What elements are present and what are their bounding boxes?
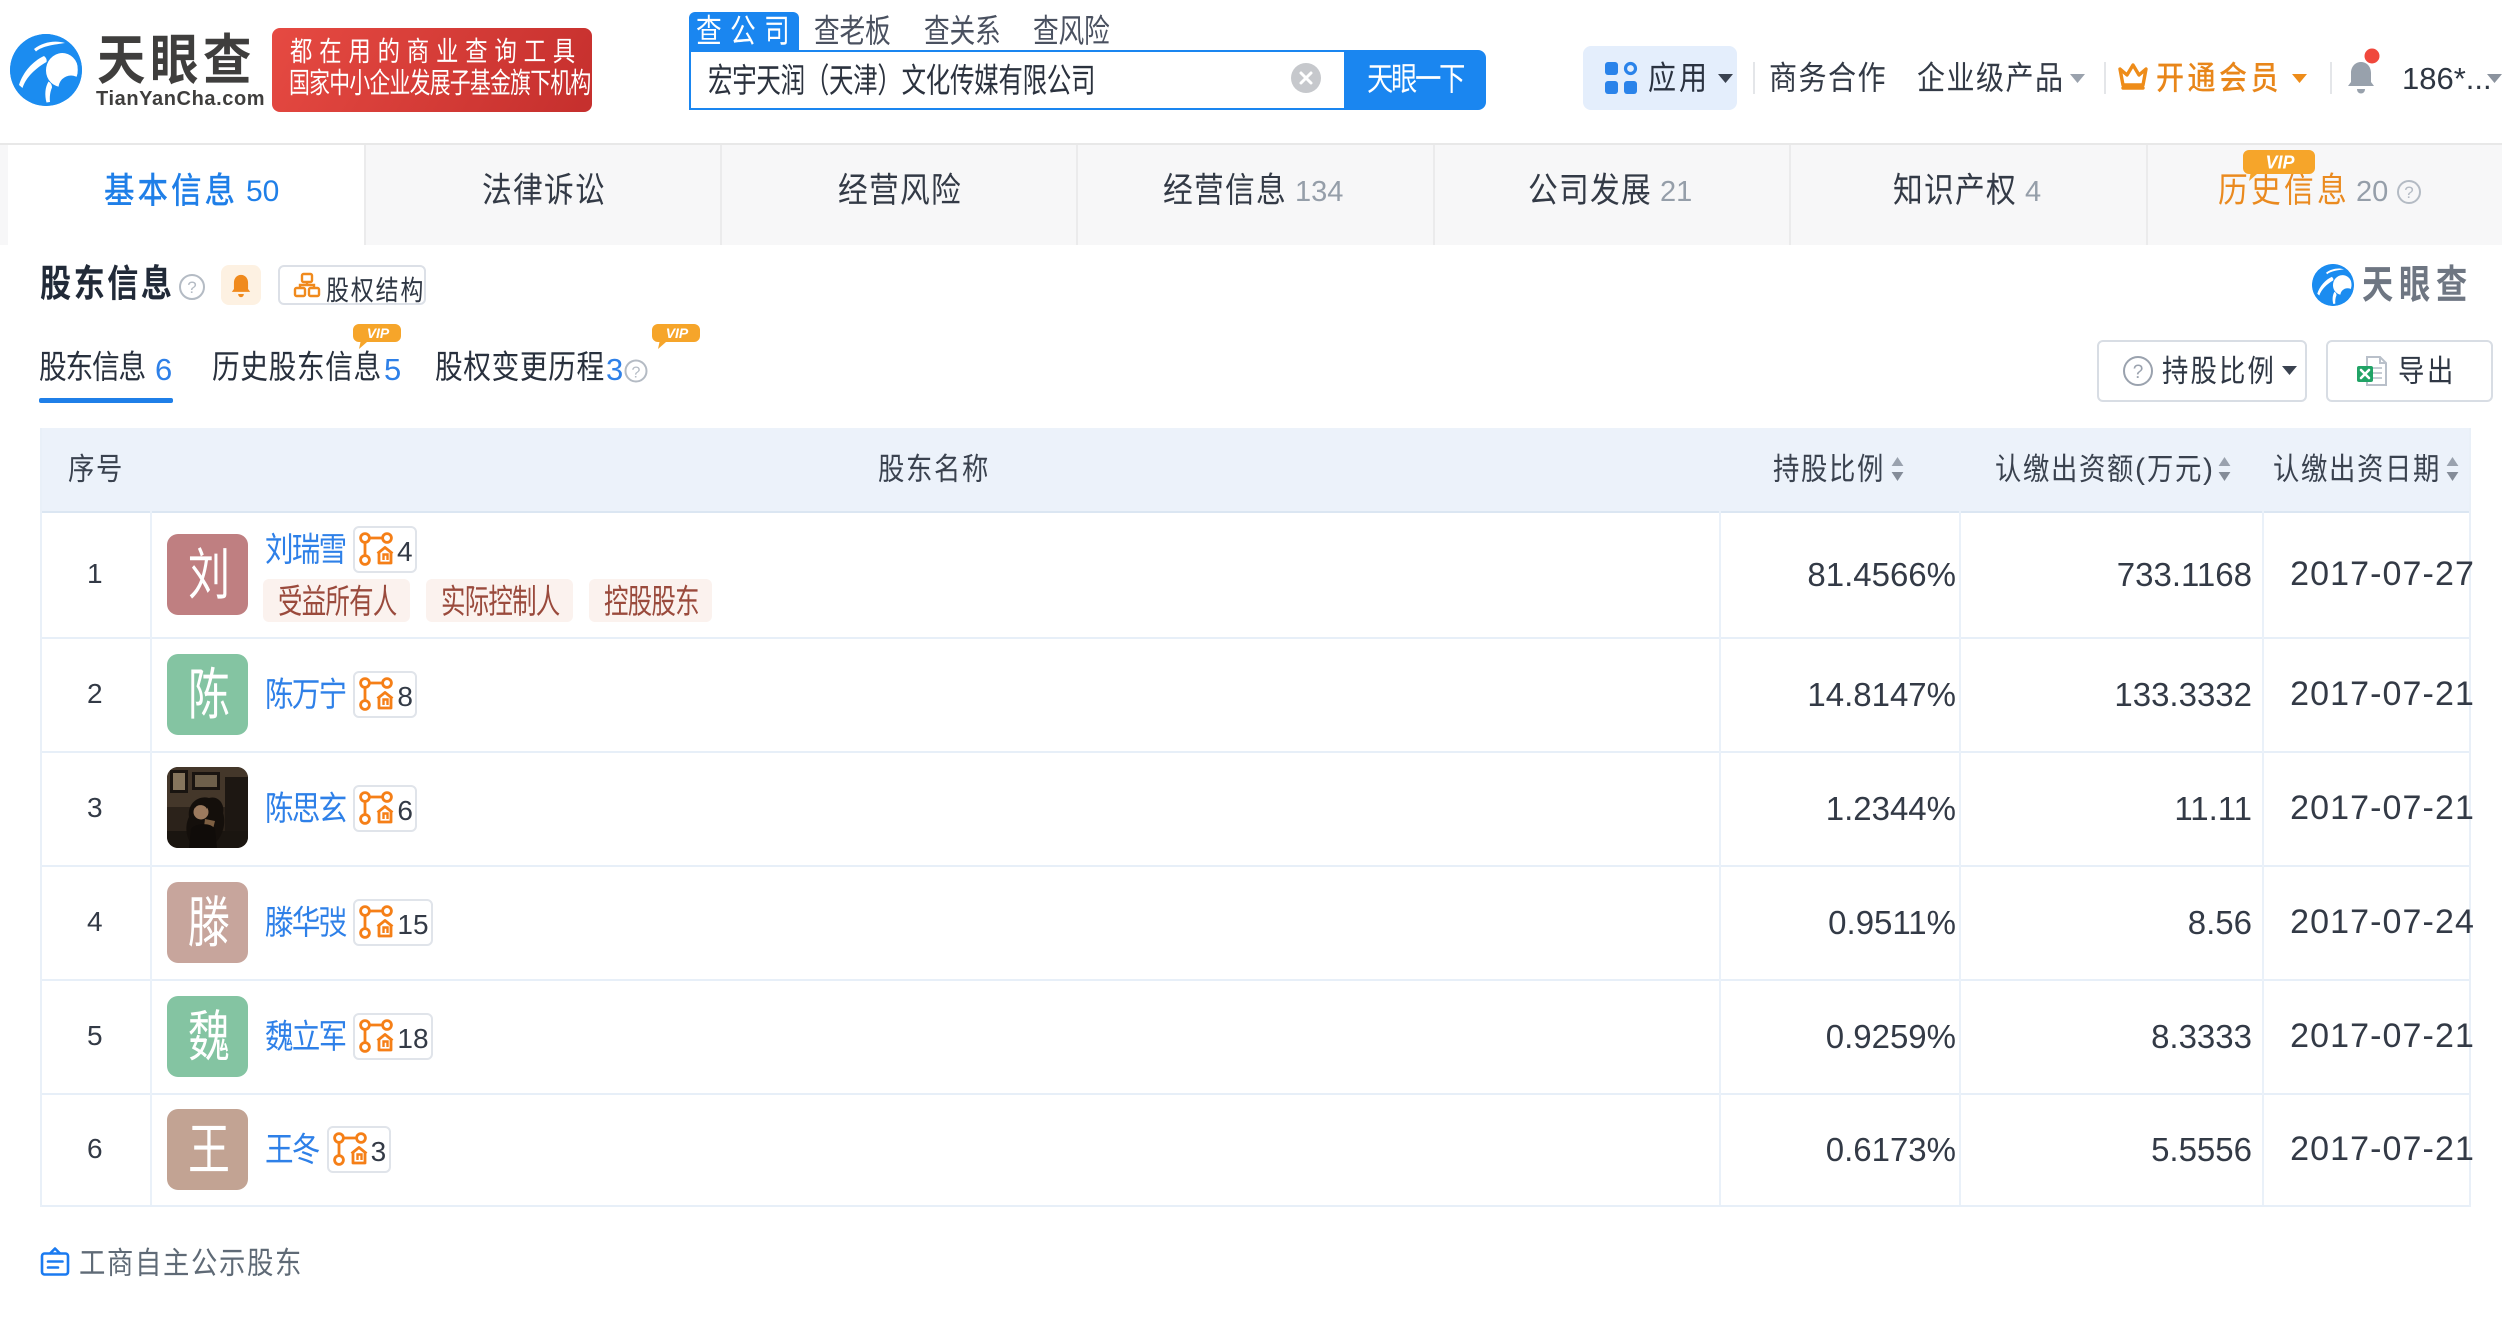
svg-text:?: ? (187, 278, 196, 297)
svg-text:VIP: VIP (666, 325, 689, 341)
svg-text:?: ? (2404, 183, 2413, 202)
svg-text:VIP: VIP (367, 325, 390, 341)
svg-text:?: ? (2133, 362, 2144, 383)
svg-text:?: ? (631, 364, 640, 381)
svg-text:VIP: VIP (2265, 153, 2295, 173)
